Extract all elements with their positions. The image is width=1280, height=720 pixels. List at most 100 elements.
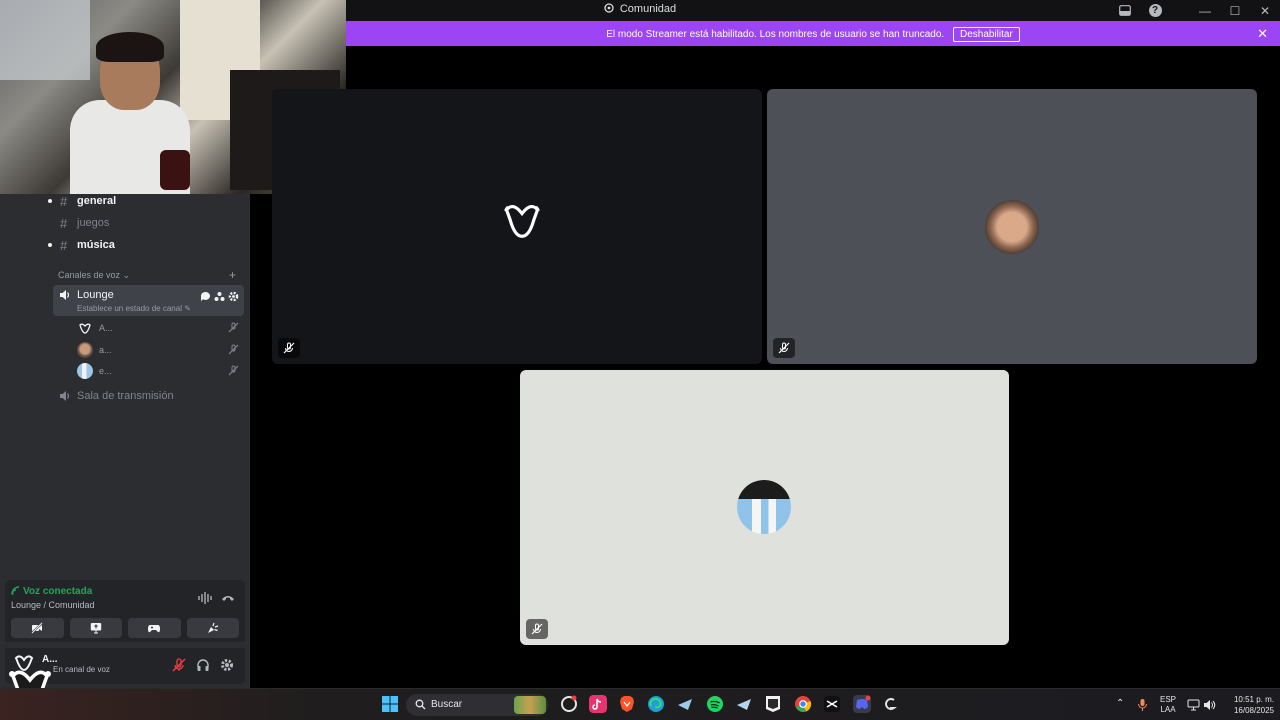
minimize-button[interactable]: —: [1190, 0, 1220, 21]
language-indicator[interactable]: ESP LAA: [1160, 695, 1176, 720]
webcam-background: [0, 0, 90, 80]
voice-location[interactable]: Lounge / Comunidad: [11, 600, 95, 610]
user-avatar: [77, 342, 93, 358]
windows-taskbar: Buscar ⌃ ESP LAA 10:51 p. m. 16/08/2025: [0, 688, 1280, 720]
tile-muted-badge: [773, 338, 795, 358]
chat-bubble-icon[interactable]: [200, 289, 211, 301]
maximize-button[interactable]: ☐: [1220, 0, 1250, 21]
chrome-icon[interactable]: [794, 695, 812, 713]
network-icon[interactable]: [1187, 699, 1200, 711]
tray-chevron[interactable]: ⌃: [1116, 698, 1124, 720]
voice-user[interactable]: a...: [77, 341, 242, 359]
mic-muted-icon[interactable]: [172, 658, 186, 672]
user-avatar: [985, 200, 1039, 254]
stage-channel-name: Sala de transmisión: [77, 390, 174, 402]
muted-mic-icon: [228, 322, 239, 333]
edge-browser-icon[interactable]: [647, 695, 665, 713]
webcam-person-hair: [96, 32, 164, 62]
tiktok-icon[interactable]: [589, 695, 607, 713]
banner-close-icon[interactable]: ✕: [1257, 26, 1268, 42]
windows-start-icon[interactable]: [381, 695, 399, 713]
window-title-text: Comunidad: [619, 3, 677, 15]
clock-date: 16/08/2025: [1233, 706, 1274, 715]
hash-icon: #: [60, 193, 68, 209]
webcam-microphone: [160, 150, 190, 190]
muted-mic-icon: [778, 342, 790, 354]
gamepad-icon: [148, 625, 161, 633]
logitech-icon[interactable]: [882, 695, 900, 713]
channel-juegos[interactable]: # juegos: [0, 212, 250, 234]
discord-icon[interactable]: [853, 695, 871, 713]
muted-mic-icon: [531, 623, 543, 635]
voice-channel-name: Lounge: [77, 289, 114, 301]
jester-avatar-icon: [77, 320, 93, 336]
taskbar-search[interactable]: Buscar: [406, 694, 548, 716]
voice-user-name: A...: [99, 323, 113, 333]
unread-indicator: [48, 199, 52, 203]
channel-status-placeholder[interactable]: Establece un estado de canal ✎: [77, 304, 191, 313]
volume-icon[interactable]: [1203, 699, 1216, 711]
language-top: ESP: [1160, 695, 1177, 704]
steam-icon[interactable]: [676, 695, 694, 713]
muted-mic-icon: [283, 342, 295, 354]
channel-name: música: [77, 239, 115, 251]
streamer-mode-message: El modo Streamer está habilitado. Los no…: [606, 29, 945, 40]
voice-user[interactable]: A...: [77, 319, 242, 337]
voice-category-header[interactable]: Canales de voz ⌄ +: [58, 268, 236, 282]
screen-share-icon: [90, 623, 101, 634]
activities-button[interactable]: [128, 618, 181, 638]
video-tile[interactable]: [767, 89, 1257, 364]
unread-indicator: [48, 243, 52, 247]
voice-channel-lounge[interactable]: Lounge Establece un estado de canal ✎: [53, 285, 244, 316]
headphones-icon[interactable]: [196, 658, 210, 672]
help-icon: ?: [1148, 4, 1162, 17]
search-label: Buscar: [431, 699, 463, 710]
user-status: En canal de voz: [53, 665, 110, 674]
soundboard-button[interactable]: [186, 618, 239, 638]
speaker-icon: [60, 290, 70, 300]
screen-share-button[interactable]: [69, 618, 122, 638]
clock[interactable]: 10:51 p. m. 16/08/2025: [1222, 694, 1274, 720]
gear-icon[interactable]: [228, 289, 239, 302]
clock-time: 10:51 p. m.: [1233, 695, 1274, 704]
soundboard-icon: [207, 622, 218, 633]
close-window-button[interactable]: ✕: [1250, 0, 1280, 21]
speaker-icon: [60, 391, 70, 401]
camera-off-button[interactable]: [11, 618, 64, 638]
inbox-icon[interactable]: [1110, 0, 1140, 21]
search-icon: [415, 699, 426, 710]
camera-off-icon: [31, 622, 43, 634]
help-button[interactable]: ?: [1140, 0, 1170, 21]
jester-avatar-icon: [502, 204, 542, 238]
channel-name: juegos: [77, 217, 110, 229]
voice-user-name: a...: [99, 345, 112, 355]
epic-games-icon[interactable]: [764, 695, 782, 713]
search-highlight-image: [514, 696, 546, 714]
hash-icon: #: [60, 215, 68, 231]
voice-user[interactable]: e...: [77, 362, 242, 380]
streamer-mode-banner: El modo Streamer está habilitado. Los no…: [346, 21, 1280, 46]
channel-musica[interactable]: # música: [0, 234, 250, 256]
video-tile[interactable]: [520, 370, 1009, 645]
microphone-tray-icon[interactable]: [1137, 698, 1148, 712]
disconnect-icon[interactable]: [221, 592, 235, 604]
app-icon-browser-alt[interactable]: [560, 695, 578, 713]
voice-user-name: e...: [99, 366, 112, 376]
steam-icon-2[interactable]: [735, 695, 753, 713]
video-tile[interactable]: [272, 89, 762, 364]
user-settings-gear-icon[interactable]: [220, 658, 234, 672]
tile-muted-badge: [526, 619, 548, 639]
invite-icon[interactable]: [214, 289, 225, 301]
voice-action-buttons: [5, 618, 245, 638]
capcut-icon[interactable]: [823, 695, 841, 713]
disable-streamer-mode-button[interactable]: Deshabilitar: [952, 27, 1020, 42]
hash-icon: #: [60, 237, 68, 253]
user-avatar: [737, 480, 791, 534]
spotify-icon[interactable]: [706, 695, 724, 713]
channel-stage[interactable]: Sala de transmisión: [59, 390, 174, 402]
soundwave-icon[interactable]: [198, 592, 212, 604]
add-channel-icon[interactable]: +: [229, 268, 236, 282]
language-bottom: LAA: [1160, 705, 1176, 714]
brave-browser-icon[interactable]: [618, 695, 636, 713]
voice-status-text: Voz conectada: [23, 586, 93, 597]
